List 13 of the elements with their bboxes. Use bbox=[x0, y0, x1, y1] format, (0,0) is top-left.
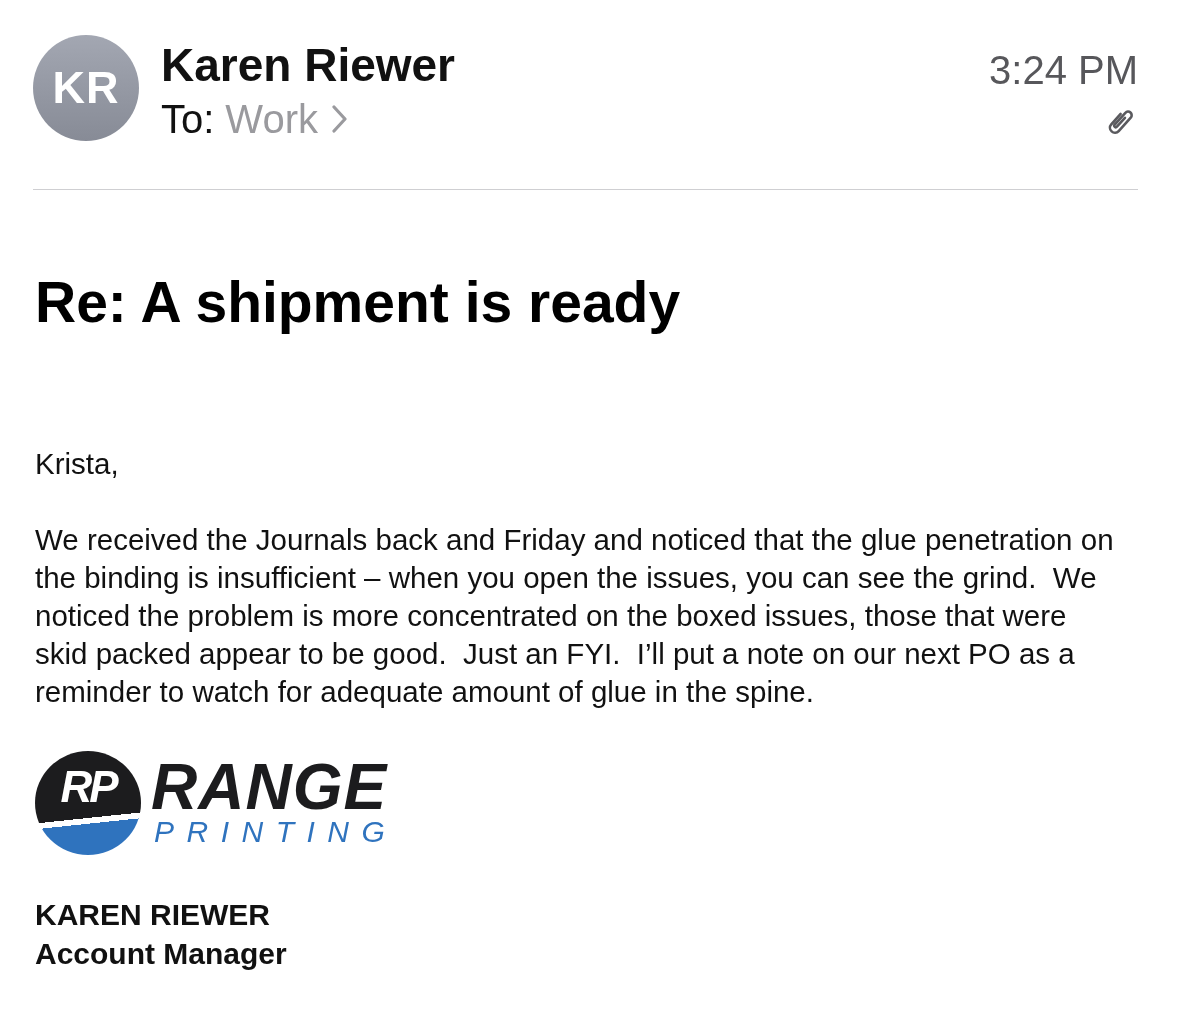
signature-title: Account Manager bbox=[35, 936, 288, 972]
signature-name: KAREN RIEWER bbox=[35, 897, 271, 933]
greeting-text: Krista, bbox=[35, 446, 120, 482]
timestamp: 3:24 PM bbox=[989, 47, 1138, 93]
avatar: KR bbox=[33, 35, 139, 141]
body-paragraph: We received the Journals back and Friday and noticed that the glue penetration on the binding is insufficient – when you open the issues, you can see the grind. We noticed the problem is more concentrated on the boxed issues, those that were skid packed appear to be good. Just an FYI. I’ll put a note on our next PO as a reminder to watch for adequate amount of glue in the spine. bbox=[35, 522, 1115, 710]
recipient-link[interactable]: Work bbox=[225, 95, 318, 143]
to-label: To: bbox=[161, 96, 215, 143]
logo-wordmark: RANGE bbox=[151, 758, 389, 816]
sender-name: Karen Riewer bbox=[161, 39, 455, 91]
chevron-right-icon[interactable] bbox=[331, 105, 347, 133]
logo-tagline: PRINTING bbox=[154, 816, 398, 848]
email-subject: Re: A shipment is ready bbox=[34, 270, 682, 335]
